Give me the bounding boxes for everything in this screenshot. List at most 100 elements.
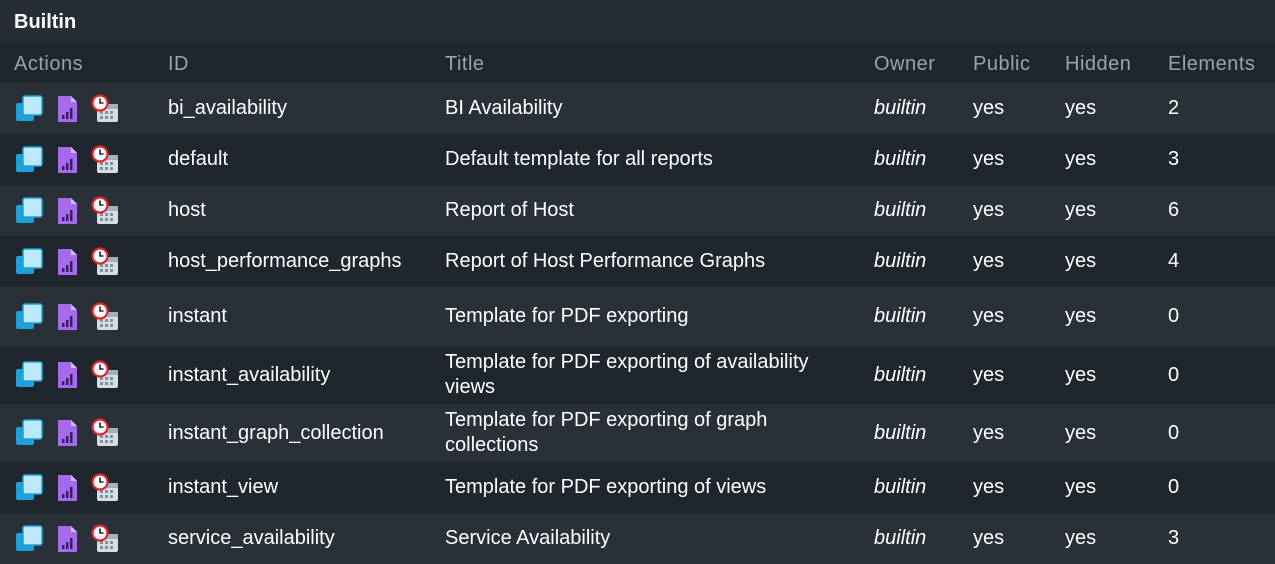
report-owner: builtin bbox=[874, 527, 927, 549]
schedule-icon[interactable] bbox=[90, 360, 120, 390]
report-icon[interactable] bbox=[52, 94, 82, 124]
report-elements: 3 bbox=[1168, 148, 1180, 170]
report-owner: builtin bbox=[874, 363, 927, 386]
report-icon[interactable] bbox=[52, 418, 82, 448]
schedule-icon[interactable] bbox=[90, 418, 120, 448]
section-title: Builtin bbox=[0, 0, 1275, 43]
row-actions bbox=[14, 83, 120, 134]
report-owner: builtin bbox=[874, 148, 927, 170]
report-hidden: yes bbox=[1065, 476, 1097, 498]
report-elements: 0 bbox=[1168, 363, 1180, 386]
report-icon[interactable] bbox=[52, 247, 82, 277]
table-body: bi_availability BI Availability builtin … bbox=[0, 83, 1275, 564]
report-id: bi_availability bbox=[168, 97, 287, 119]
report-public: yes bbox=[973, 421, 1005, 444]
report-elements: 3 bbox=[1168, 527, 1180, 549]
report-elements: 4 bbox=[1168, 250, 1180, 272]
report-icon[interactable] bbox=[52, 524, 82, 554]
report-icon[interactable] bbox=[52, 360, 82, 390]
column-header-elements: Elements bbox=[1168, 53, 1256, 75]
report-id: instant_graph_collection bbox=[168, 421, 384, 444]
report-icon[interactable] bbox=[52, 196, 82, 226]
column-header-owner: Owner bbox=[874, 53, 936, 75]
report-elements: 6 bbox=[1168, 199, 1180, 221]
report-id: default bbox=[168, 148, 229, 170]
report-title: Template for PDF exporting of availabili… bbox=[445, 351, 809, 398]
table-row: instant_view Template for PDF exporting … bbox=[0, 462, 1275, 513]
schedule-icon[interactable] bbox=[90, 301, 120, 332]
report-hidden: yes bbox=[1065, 199, 1097, 221]
clone-icon[interactable] bbox=[14, 145, 44, 175]
report-elements: 0 bbox=[1168, 476, 1180, 498]
report-title: BI Availability bbox=[445, 97, 563, 119]
clone-icon[interactable] bbox=[14, 94, 44, 124]
report-icon[interactable] bbox=[52, 473, 82, 503]
table-row: service_availability Service Availabilit… bbox=[0, 513, 1275, 564]
report-public: yes bbox=[973, 363, 1005, 386]
clone-icon[interactable] bbox=[14, 360, 44, 390]
report-public: yes bbox=[973, 199, 1005, 221]
report-owner: builtin bbox=[874, 421, 927, 444]
report-hidden: yes bbox=[1065, 421, 1097, 444]
schedule-icon[interactable] bbox=[90, 195, 120, 226]
column-header-actions: Actions bbox=[14, 53, 84, 75]
clone-icon[interactable] bbox=[14, 473, 44, 503]
report-icon[interactable] bbox=[52, 145, 82, 175]
clone-icon[interactable] bbox=[14, 524, 44, 554]
report-title: Template for PDF exporting of graph coll… bbox=[445, 409, 768, 456]
report-id: instant_availability bbox=[168, 363, 331, 386]
table-row: bi_availability BI Availability builtin … bbox=[0, 83, 1275, 134]
report-id: host bbox=[168, 199, 206, 221]
row-actions bbox=[14, 134, 120, 185]
row-actions bbox=[14, 462, 120, 513]
report-owner: builtin bbox=[874, 250, 927, 272]
report-owner: builtin bbox=[874, 305, 927, 327]
report-public: yes bbox=[973, 305, 1005, 327]
row-actions bbox=[14, 513, 120, 564]
row-actions bbox=[14, 346, 120, 404]
report-title: Report of Host Performance Graphs bbox=[445, 250, 766, 272]
schedule-icon[interactable] bbox=[90, 472, 120, 503]
table-row: host Report of Host builtin yes yes 6 bbox=[0, 185, 1275, 236]
report-icon[interactable] bbox=[52, 302, 82, 332]
table-row: default Default template for all reports… bbox=[0, 134, 1275, 185]
row-actions bbox=[14, 236, 120, 287]
report-public: yes bbox=[973, 148, 1005, 170]
table-row: instant Template for PDF exporting built… bbox=[0, 287, 1275, 346]
report-title: Template for PDF exporting of views bbox=[445, 476, 767, 498]
report-public: yes bbox=[973, 97, 1005, 119]
column-header-hidden: Hidden bbox=[1065, 53, 1132, 75]
report-owner: builtin bbox=[874, 476, 927, 498]
report-elements: 2 bbox=[1168, 97, 1180, 119]
row-actions bbox=[14, 287, 120, 346]
report-hidden: yes bbox=[1065, 250, 1097, 272]
schedule-icon[interactable] bbox=[90, 93, 120, 124]
table-row: instant_graph_collection Template for PD… bbox=[0, 404, 1275, 462]
report-title: Service Availability bbox=[445, 527, 611, 549]
report-owner: builtin bbox=[874, 97, 927, 119]
row-actions bbox=[14, 185, 120, 236]
schedule-icon[interactable] bbox=[90, 246, 120, 277]
table-row: instant_availability Template for PDF ex… bbox=[0, 346, 1275, 404]
clone-icon[interactable] bbox=[14, 418, 44, 448]
clone-icon[interactable] bbox=[14, 247, 44, 277]
report-owner: builtin bbox=[874, 199, 927, 221]
clone-icon[interactable] bbox=[14, 196, 44, 226]
report-hidden: yes bbox=[1065, 363, 1097, 386]
report-public: yes bbox=[973, 250, 1005, 272]
report-title: Report of Host bbox=[445, 199, 574, 221]
report-id: service_availability bbox=[168, 527, 335, 549]
table-row: host_performance_graphs Report of Host P… bbox=[0, 236, 1275, 287]
schedule-icon[interactable] bbox=[90, 144, 120, 175]
report-id: instant bbox=[168, 305, 227, 327]
report-elements: 0 bbox=[1168, 305, 1180, 327]
column-header-title: Title bbox=[445, 53, 485, 75]
row-actions bbox=[14, 404, 120, 462]
builtin-reports-panel: Builtin Actions ID Title Owner Public Hi… bbox=[0, 0, 1275, 564]
column-header-public: Public bbox=[973, 53, 1031, 75]
schedule-icon[interactable] bbox=[90, 523, 120, 554]
column-header-id: ID bbox=[168, 53, 189, 75]
report-hidden: yes bbox=[1065, 527, 1097, 549]
report-public: yes bbox=[973, 527, 1005, 549]
clone-icon[interactable] bbox=[14, 302, 44, 332]
